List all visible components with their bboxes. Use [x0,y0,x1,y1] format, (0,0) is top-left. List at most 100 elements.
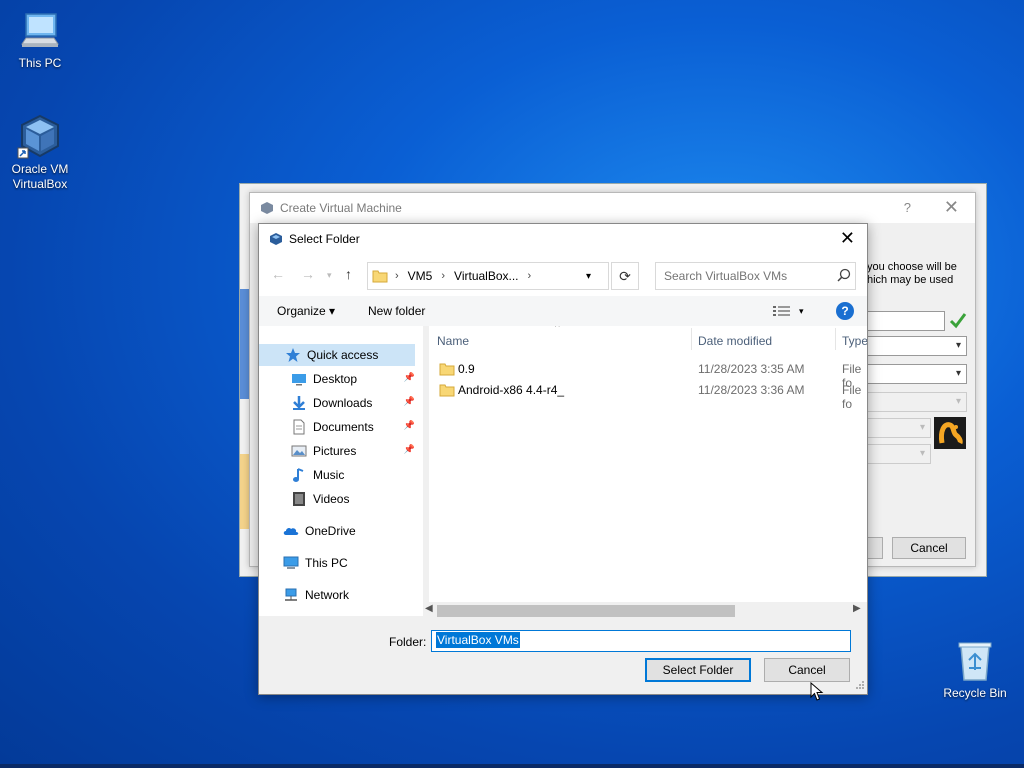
network-icon [285,588,297,601]
create-vm-titlebar: Create Virtual Machine [250,193,975,223]
close-button[interactable]: ✕ [840,228,855,249]
download-icon [293,396,305,410]
onedrive-label: OneDrive [305,524,356,538]
picture-icon [291,445,307,457]
scrollbar-thumb[interactable] [437,605,735,617]
desktop-icon-this-pc[interactable]: This PC [0,10,80,71]
vm-iso-combo[interactable]: ▾ [867,364,967,384]
sort-up-icon: ^ [555,326,560,333]
nav-item-onedrive[interactable]: OneDrive [259,520,419,542]
table-row[interactable]: 0.9 11/28/2023 3:35 AM File fo [429,359,867,390]
documents-label: Documents [313,420,374,434]
scroll-left-icon[interactable]: ◀ [425,603,433,614]
desktop-label: Desktop [313,372,358,386]
nav-item-documents[interactable]: Documents 📌 [259,416,419,438]
forward-arrow-icon[interactable]: → [301,266,315,282]
breadcrumb-separator-icon: › [441,270,446,282]
breadcrumb-vm5[interactable]: VM5 [408,269,433,283]
column-divider[interactable] [835,328,836,350]
create-vm-cancel-button[interactable]: Cancel [892,537,966,559]
pin-icon: 📌 [403,420,415,430]
create-vm-hidden-button[interactable] [867,537,883,559]
nav-item-pictures[interactable]: Pictures 📌 [259,440,419,462]
new-folder-button[interactable]: New folder [368,304,425,318]
create-vm-close-button[interactable]: ✕ [944,197,959,218]
videos-label: Videos [313,492,350,506]
column-header-name[interactable]: Name [437,334,469,348]
create-vm-description: you choose will be hich may be used [867,261,977,287]
cloud-icon [283,527,299,535]
music-label: Music [313,468,345,482]
recent-dropdown-icon[interactable]: ▾ [327,270,332,281]
quick-access-label: Quick access [307,348,379,362]
pin-icon: 📌 [403,444,415,454]
select-folder-dialog: Select Folder ✕ ← → ▾ ↑ › VM5 › VirtualB… [258,223,868,695]
table-row[interactable]: Android-x86 4.4-r4_ 11/28/2023 3:36 AM F… [429,380,867,411]
computer-icon [21,13,59,47]
mouse-cursor-icon [810,682,824,701]
scroll-right-icon[interactable]: ▶ [853,603,861,614]
virtualbox-small-icon [270,233,282,245]
nav-item-quick-access[interactable]: Quick access [259,344,415,366]
virtualbox-icon [17,114,59,159]
folder-input[interactable]: VirtualBox VMs [431,630,851,652]
column-header-type[interactable]: Type [842,334,867,348]
virtualbox-small-icon [261,202,273,214]
virtualbox-label-line2: VirtualBox [12,177,68,191]
taskbar-edge [0,764,1024,768]
up-arrow-icon[interactable]: ↑ [345,266,352,282]
organize-button[interactable]: Organize ▾ [277,304,335,318]
this-pc-label: This PC [305,556,348,570]
file-list-pane: ^ Name Date modified Type 0.9 11/28/2023… [429,326,867,602]
virtualbox-label-line1: Oracle VM [11,162,69,176]
nav-item-music[interactable]: Music [259,464,419,486]
help-icon[interactable]: ? [836,302,854,320]
search-input[interactable] [655,262,856,290]
pictures-label: Pictures [313,444,357,458]
select-folder-title: Select Folder [289,232,360,246]
nav-item-videos[interactable]: Videos [259,488,419,510]
resize-grip-icon[interactable] [855,680,865,690]
breadcrumb-separator-icon: › [527,270,532,282]
folder-icon [439,384,455,397]
vm-edition-combo: ▾ [867,392,967,412]
address-bar[interactable]: › VM5 › VirtualBox... › ▾ [367,262,609,290]
cancel-button[interactable]: Cancel [764,658,850,682]
view-options-icon[interactable] [773,305,791,317]
vm-name-field[interactable] [867,311,945,331]
pin-icon: 📌 [403,396,415,406]
file-name: Android-x86 4.4-r4_ [458,383,565,397]
refresh-button[interactable]: ⟳ [611,262,639,290]
column-divider[interactable] [691,328,692,350]
folder-input-value: VirtualBox VMs [436,632,520,648]
downloads-label: Downloads [313,396,373,410]
checkmark-icon [949,313,967,329]
search-icon [837,268,851,282]
file-date: 11/28/2023 3:36 AM [698,383,805,397]
desktop-icon-virtualbox[interactable]: Oracle VM VirtualBox [0,112,80,192]
vm-folder-combo[interactable]: ▾ [867,336,967,356]
this-pc-label: This PC [18,56,62,70]
nav-item-network[interactable]: Network [259,584,419,606]
recycle-bin-label: Recycle Bin [943,686,1007,700]
file-type: File fo [842,383,862,411]
dialog-footer: Folder: VirtualBox VMs Select Folder Can… [259,618,867,694]
breadcrumb-virtualbox[interactable]: VirtualBox... [454,269,518,283]
column-header-date[interactable]: Date modified [698,334,772,348]
nav-item-this-pc[interactable]: This PC [259,552,419,574]
view-dropdown-icon[interactable]: ▾ [799,306,804,317]
create-vm-help-button[interactable]: ? [904,200,911,215]
desktop-icon-recycle-bin[interactable]: Recycle Bin [935,638,1015,701]
document-icon [293,419,305,435]
select-folder-button[interactable]: Select Folder [645,658,751,682]
back-arrow-icon[interactable]: ← [271,266,285,282]
nav-item-desktop[interactable]: Desktop 📌 [259,368,419,390]
address-dropdown-icon[interactable]: ▾ [586,271,591,282]
recycle-bin-icon [958,642,992,681]
music-icon [293,468,304,482]
horizontal-scrollbar[interactable]: ◀ ▶ [423,602,867,618]
file-name: 0.9 [458,362,475,376]
file-date: 11/28/2023 3:35 AM [698,362,805,376]
nav-item-downloads[interactable]: Downloads 📌 [259,392,419,414]
network-label: Network [305,588,350,602]
